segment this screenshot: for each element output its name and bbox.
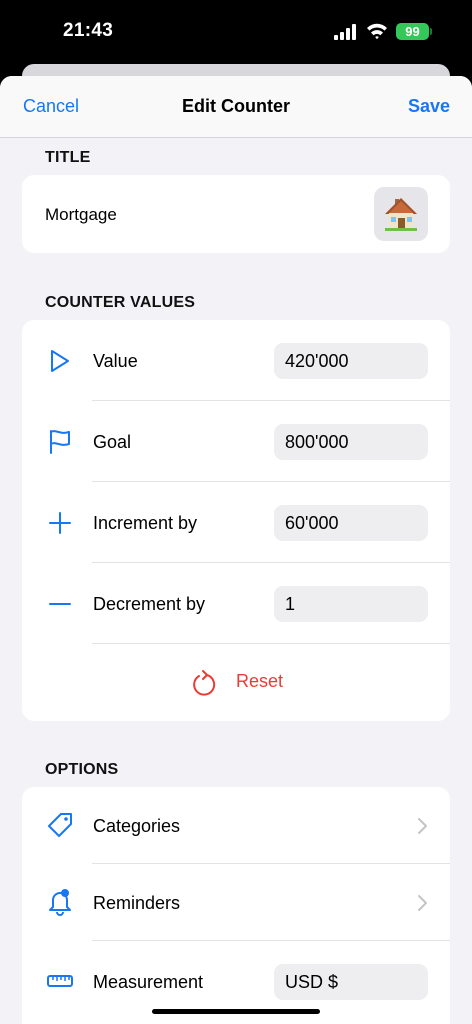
tag-icon bbox=[48, 813, 72, 837]
measurement-label: Measurement bbox=[93, 972, 204, 992]
battery-cap bbox=[430, 28, 432, 35]
goal-label: Goal bbox=[93, 432, 132, 452]
cancel-button[interactable]: Cancel bbox=[23, 96, 79, 117]
reminders-label: Reminders bbox=[93, 893, 181, 913]
reminders-row[interactable]: Reminders bbox=[22, 864, 450, 941]
title-card: Mortgage bbox=[22, 175, 450, 253]
increment-label: Increment by bbox=[93, 513, 198, 533]
options-section-header: OPTIONS bbox=[45, 761, 119, 778]
minus-icon bbox=[49, 603, 71, 605]
decrement-input[interactable] bbox=[274, 586, 428, 622]
decrement-label: Decrement by bbox=[93, 594, 206, 614]
ruler-icon bbox=[47, 975, 73, 987]
reset-arrow-icon bbox=[193, 670, 216, 696]
reset-button[interactable]: Reset bbox=[22, 654, 450, 714]
measurement-input[interactable] bbox=[274, 964, 428, 1000]
bell-icon bbox=[49, 889, 71, 916]
emoji-picker-button[interactable] bbox=[374, 187, 428, 241]
chevron-right-icon bbox=[418, 818, 427, 834]
value-label: Value bbox=[93, 351, 138, 371]
goal-input[interactable] bbox=[274, 424, 428, 460]
value-input[interactable] bbox=[274, 343, 428, 379]
goal-row: Goal bbox=[22, 401, 450, 482]
flag-icon bbox=[50, 430, 70, 454]
title-section-header: TITLE bbox=[45, 149, 91, 166]
battery-indicator: 99 bbox=[396, 23, 429, 40]
save-button[interactable]: Save bbox=[408, 96, 450, 117]
plus-icon bbox=[49, 512, 71, 534]
battery-level: 99 bbox=[405, 24, 420, 39]
navigation-bar: Edit Counter Cancel Save bbox=[0, 76, 472, 138]
edit-counter-sheet: Edit Counter Cancel Save TITLE Mortgage … bbox=[0, 76, 472, 1024]
increment-row: Increment by bbox=[22, 482, 450, 563]
home-indicator[interactable] bbox=[152, 1009, 320, 1014]
house-icon bbox=[385, 198, 417, 231]
counter-values-card: Value Goal Increment by Decre bbox=[22, 320, 450, 721]
title-field[interactable]: Mortgage bbox=[45, 205, 117, 225]
value-row: Value bbox=[22, 320, 450, 401]
wifi-icon bbox=[367, 23, 387, 40]
cellular-signal-icon bbox=[334, 24, 356, 40]
decrement-row: Decrement by bbox=[22, 563, 450, 644]
play-icon bbox=[51, 350, 69, 372]
increment-input[interactable] bbox=[274, 505, 428, 541]
status-bar: 21:43 99 bbox=[0, 0, 472, 64]
options-card: Categories Reminders Measurement USD $ bbox=[22, 787, 450, 1024]
counter-values-section-header: COUNTER VALUES bbox=[45, 294, 196, 311]
status-time: 21:43 bbox=[63, 20, 114, 41]
categories-label: Categories bbox=[93, 816, 181, 836]
row-divider bbox=[92, 643, 450, 644]
chevron-right-icon bbox=[418, 895, 427, 911]
reset-label: Reset bbox=[236, 671, 284, 691]
categories-row[interactable]: Categories bbox=[22, 787, 450, 864]
